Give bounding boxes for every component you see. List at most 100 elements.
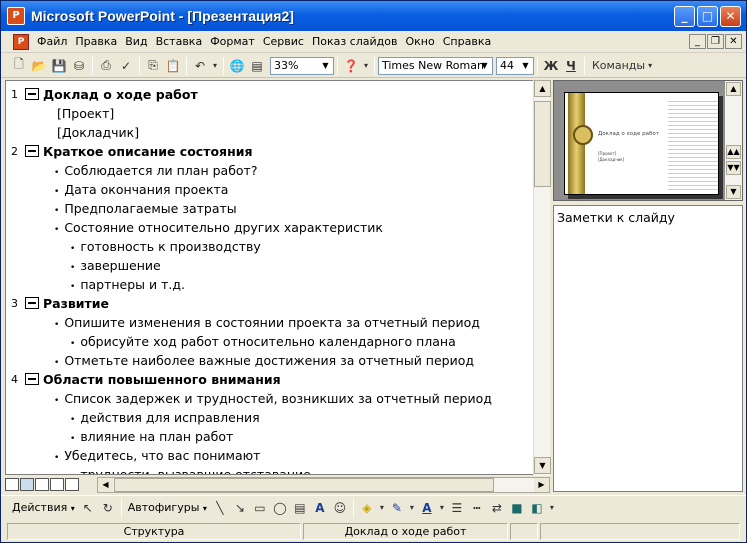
outline-bullet[interactable]: • обрисуйте ход работ относительно календ… — [70, 332, 456, 351]
dash-style-icon[interactable]: ┅ — [467, 498, 487, 518]
3d-style-icon[interactable]: ◧ — [527, 498, 547, 518]
maximize-button[interactable]: □ — [697, 6, 718, 27]
preview-scroll-up-icon[interactable]: ▲ — [726, 82, 741, 96]
rotate-icon[interactable]: ↻ — [98, 498, 118, 518]
zoom-dropdown-icon[interactable]: ▼ — [319, 59, 332, 73]
outline-bullet[interactable]: • Соблюдается ли план работ? — [54, 161, 257, 180]
commands-button[interactable]: Команды ▾ — [588, 56, 656, 76]
bold-button[interactable]: Ж — [541, 56, 561, 76]
menu-edit[interactable]: Правка — [71, 33, 121, 50]
menu-window[interactable]: Окно — [402, 33, 439, 50]
shadow-style-icon[interactable]: ■ — [507, 498, 527, 518]
outline-bullet[interactable]: • партнеры и т.д. — [70, 275, 185, 294]
hyperlink-icon[interactable]: 🌐 — [227, 56, 247, 76]
outline-pane[interactable]: 1 Доклад о ходе работ [Проект] [Докладчик] 2… — [5, 80, 534, 475]
outline-bullet[interactable]: • Список задержек и трудностей, возникших… — [54, 389, 492, 408]
powerpoint-app-icon[interactable]: P — [7, 7, 25, 25]
outline-bullet[interactable]: • Состояние относительно других характери… — [54, 218, 383, 237]
menu-tools[interactable]: Сервис — [259, 33, 308, 50]
menu-help[interactable]: Справка — [439, 33, 495, 50]
outline-vertical-scrollbar[interactable]: ▲ ▼ — [533, 80, 551, 476]
select-pointer-icon[interactable]: ↖ — [78, 498, 98, 518]
font-dropdown-icon[interactable]: ▼ — [478, 59, 491, 73]
scroll-up-arrow[interactable]: ▲ — [534, 80, 551, 97]
outline-horizontal-scrollbar[interactable]: ◀ ▶ — [97, 477, 550, 493]
font-color-dropdown-icon[interactable]: ▾ — [437, 498, 447, 518]
outline-bullet[interactable]: • Отметьте наиболее важные достижения за … — [54, 351, 474, 370]
open-folder-icon[interactable]: 📂 — [29, 56, 49, 76]
preview-scroll-down-icon[interactable]: ▼ — [726, 185, 741, 199]
slide-title[interactable]: Краткое описание состояния — [43, 142, 253, 161]
outline-bullet[interactable]: • действия для исправления — [70, 408, 260, 427]
toolbar-options-icon[interactable]: ▾ — [361, 56, 371, 76]
wordart-icon[interactable]: A — [310, 498, 330, 518]
horizontal-scroll-thumb[interactable] — [114, 478, 494, 492]
menu-slideshow[interactable]: Показ слайдов — [308, 33, 402, 50]
arrow-icon[interactable]: ↘ — [230, 498, 250, 518]
autoshapes-menu[interactable]: Автофигуры ▾ — [125, 501, 210, 514]
outline-bullet[interactable]: • Опишите изменения в состоянии проекта з… — [54, 313, 480, 332]
save-icon[interactable]: 💾 — [49, 56, 69, 76]
slide-icon[interactable] — [25, 145, 39, 157]
zoom-combo[interactable]: 33% ▼ — [270, 56, 334, 75]
outline-view-button[interactable] — [20, 477, 34, 491]
oval-icon[interactable]: ◯ — [270, 498, 290, 518]
slide-title[interactable]: Доклад о ходе работ — [43, 85, 198, 104]
outline-bullet[interactable]: • завершение — [70, 256, 161, 275]
preview-scrollbar[interactable]: ▲ ▲▲ ▼▼ ▼ — [725, 81, 742, 200]
preview-prev-slide-icon[interactable]: ▲▲ — [726, 145, 741, 159]
outline-bullet[interactable]: • влияние на план работ — [70, 427, 233, 446]
copy-icon[interactable]: ⎘ — [143, 56, 163, 76]
notes-pane[interactable]: Заметки к слайду — [553, 205, 743, 492]
line-style-icon[interactable]: ☰ — [447, 498, 467, 518]
menu-insert[interactable]: Вставка — [152, 33, 207, 50]
scroll-right-arrow[interactable]: ▶ — [534, 478, 549, 492]
font-size-dropdown-icon[interactable]: ▼ — [519, 59, 532, 73]
textbox-icon[interactable]: ▤ — [290, 498, 310, 518]
doc-restore-button[interactable]: ❐ — [707, 34, 724, 49]
new-slide-icon[interactable]: ▤ — [247, 56, 267, 76]
undo-dropdown-icon[interactable]: ▾ — [210, 56, 220, 76]
underline-button[interactable]: Ч — [561, 56, 581, 76]
outline-bullet[interactable]: • трудности, вызвавшие отставание — [70, 465, 311, 474]
title-bar[interactable]: P Microsoft PowerPoint - [Презентация2] … — [1, 1, 746, 31]
outline-bullet[interactable]: • готовность к производству — [70, 237, 261, 256]
print-icon[interactable]: ⎙ — [96, 56, 116, 76]
normal-view-button[interactable] — [5, 477, 19, 491]
outline-bullet[interactable]: • Убедитесь, что вас понимают — [54, 446, 260, 465]
permission-icon[interactable]: ⛁ — [69, 56, 89, 76]
slide-sorter-view-button[interactable] — [50, 477, 64, 491]
fill-color-dropdown-icon[interactable]: ▾ — [377, 498, 387, 518]
paste-icon[interactable]: 📋 — [163, 56, 183, 76]
menu-view[interactable]: Вид — [121, 33, 151, 50]
doc-close-button[interactable]: ✕ — [725, 34, 742, 49]
outline-bullet[interactable]: • Дата окончания проекта — [54, 180, 228, 199]
clipart-icon[interactable]: ☺ — [330, 498, 350, 518]
scroll-down-arrow[interactable]: ▼ — [534, 457, 551, 474]
slideshow-view-button[interactable] — [65, 477, 79, 491]
scroll-left-arrow[interactable]: ◀ — [98, 478, 113, 492]
spelling-icon[interactable]: ✓ — [116, 56, 136, 76]
line-color-icon[interactable]: ✎ — [387, 498, 407, 518]
help-icon[interactable]: ❓ — [341, 56, 361, 76]
undo-icon[interactable]: ↶ — [190, 56, 210, 76]
new-document-icon[interactable]: 🗋 — [9, 56, 29, 76]
scroll-thumb[interactable] — [534, 101, 551, 187]
line-color-dropdown-icon[interactable]: ▾ — [407, 498, 417, 518]
rectangle-icon[interactable]: ▭ — [250, 498, 270, 518]
menu-format[interactable]: Формат — [206, 33, 259, 50]
document-icon[interactable]: P — [13, 33, 29, 50]
outline-bullet[interactable]: • Предполагаемые затраты — [54, 199, 237, 218]
preview-next-slide-icon[interactable]: ▼▼ — [726, 161, 741, 175]
slide-icon[interactable] — [25, 373, 39, 385]
slide-view-button[interactable] — [35, 477, 49, 491]
font-size-combo[interactable]: 44 ▼ — [496, 56, 534, 75]
slide-thumbnail[interactable]: Доклад о ходе работ [Проект] [Докладчик] — [564, 92, 719, 195]
doc-minimize-button[interactable]: _ — [689, 34, 706, 49]
slide-title[interactable]: Развитие — [43, 294, 109, 313]
close-button[interactable]: ✕ — [720, 6, 741, 27]
actions-menu[interactable]: Действия ▾ — [9, 501, 78, 514]
slide-icon[interactable] — [25, 297, 39, 309]
outline-bullet[interactable]: [Проект] — [57, 104, 114, 123]
line-icon[interactable]: ╲ — [210, 498, 230, 518]
